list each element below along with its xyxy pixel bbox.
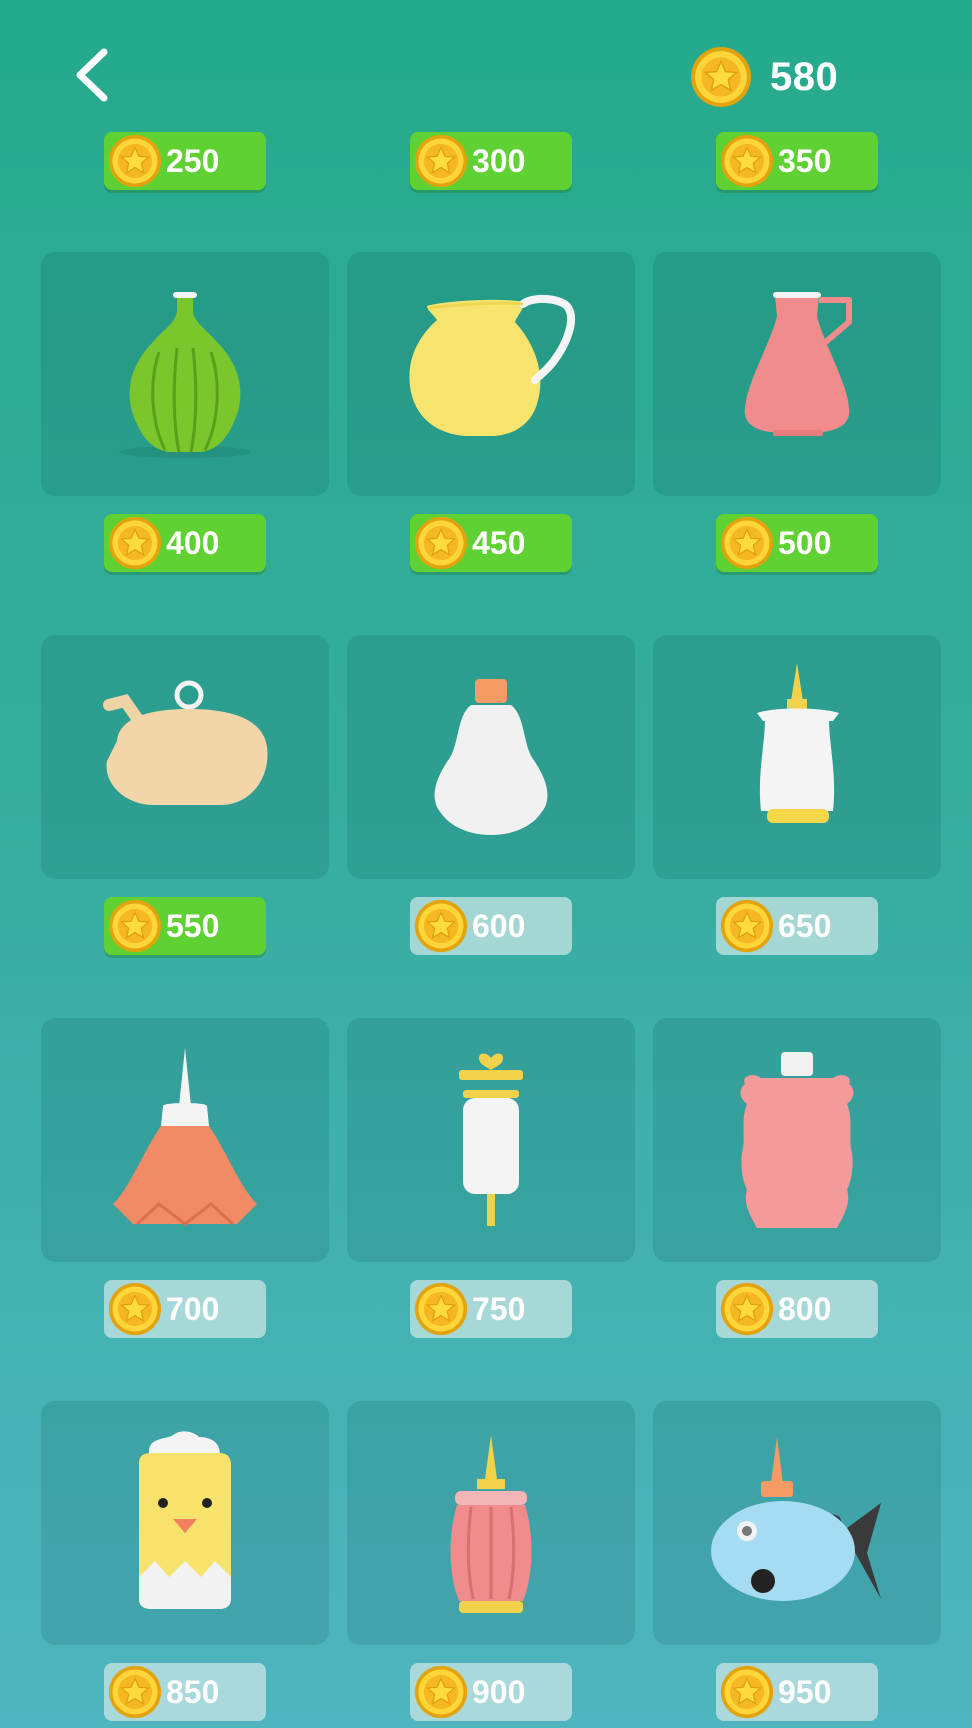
balance-amount: 580 (770, 54, 839, 99)
price-value: 650 (778, 907, 832, 944)
star-coin-icon (720, 1665, 774, 1719)
pink-jug-icon (744, 292, 852, 436)
item-card-chick-bottle[interactable] (41, 1401, 329, 1645)
price-value: 400 (166, 524, 220, 561)
star-coin-icon (414, 134, 468, 188)
price-value: 700 (166, 1290, 220, 1327)
item-card-syringe-bottle[interactable] (347, 1018, 635, 1262)
syringe-bottle-icon (459, 1053, 523, 1226)
price-tag[interactable]: 500 (716, 514, 878, 572)
price-tag[interactable]: 300 (410, 132, 572, 190)
item-card-pink-bear-bottle[interactable] (653, 1018, 941, 1262)
price-value: 900 (472, 1673, 526, 1710)
price-tag[interactable]: 600 (410, 897, 572, 955)
item-card-green-vase[interactable] (41, 252, 329, 496)
star-coin-icon (720, 516, 774, 570)
pink-ribbed-bottle-icon (450, 1435, 532, 1613)
price-tag[interactable]: 900 (410, 1663, 572, 1721)
beige-teapot-icon (103, 680, 268, 805)
price-tag[interactable]: 450 (410, 514, 572, 572)
star-coin-icon (108, 516, 162, 570)
price-value: 250 (166, 142, 220, 179)
price-tag[interactable]: 400 (104, 514, 266, 572)
price-value: 450 (472, 524, 526, 561)
price-tag[interactable]: 250 (104, 132, 266, 190)
item-card-pink-jug[interactable] (653, 252, 941, 496)
price-value: 300 (472, 142, 526, 179)
item-card-pink-ribbed-bottle[interactable] (347, 1401, 635, 1645)
fish-bottle-icon (711, 1437, 881, 1601)
white-nozzle-bottle-icon (757, 663, 839, 823)
price-value: 800 (778, 1290, 832, 1327)
yellow-pitcher-icon (409, 295, 575, 436)
price-tag[interactable]: 550 (104, 897, 266, 955)
price-tag[interactable]: 650 (716, 897, 878, 955)
green-vase-icon (119, 292, 251, 458)
star-coin-icon (414, 1665, 468, 1719)
item-card-orange-nozzle-bottle[interactable] (41, 1018, 329, 1262)
pink-bear-bottle-icon (740, 1052, 854, 1228)
star-coin-icon (690, 46, 752, 108)
item-card-white-nozzle-bottle[interactable] (653, 635, 941, 879)
back-button[interactable] (60, 40, 130, 110)
price-value: 750 (472, 1290, 526, 1327)
chick-bottle-icon (139, 1431, 231, 1609)
price-tag[interactable]: 950 (716, 1663, 878, 1721)
star-coin-icon (414, 899, 468, 953)
item-card-white-bulb-bottle[interactable] (347, 635, 635, 879)
white-bulb-bottle-icon (434, 679, 548, 835)
price-tag[interactable]: 800 (716, 1280, 878, 1338)
price-tag[interactable]: 350 (716, 132, 878, 190)
price-tag[interactable]: 750 (410, 1280, 572, 1338)
price-value: 850 (166, 1673, 220, 1710)
orange-nozzle-bottle-icon (113, 1048, 257, 1226)
star-coin-icon (108, 899, 162, 953)
star-coin-icon (720, 134, 774, 188)
price-value: 500 (778, 524, 832, 561)
coin-balance: 580 (690, 46, 838, 108)
star-coin-icon (720, 899, 774, 953)
price-tag[interactable]: 850 (104, 1663, 266, 1721)
price-tag[interactable]: 700 (104, 1280, 266, 1338)
star-coin-icon (414, 1282, 468, 1336)
star-coin-icon (108, 134, 162, 188)
item-card-fish-bottle[interactable] (653, 1401, 941, 1645)
item-card-beige-teapot[interactable] (41, 635, 329, 879)
price-value: 350 (778, 142, 832, 179)
item-card-yellow-pitcher[interactable] (347, 252, 635, 496)
back-arrow-icon (76, 48, 108, 102)
price-value: 550 (166, 907, 220, 944)
price-value: 600 (472, 907, 526, 944)
price-value: 950 (778, 1673, 832, 1710)
star-coin-icon (108, 1665, 162, 1719)
star-coin-icon (720, 1282, 774, 1336)
star-coin-icon (108, 1282, 162, 1336)
star-coin-icon (414, 516, 468, 570)
